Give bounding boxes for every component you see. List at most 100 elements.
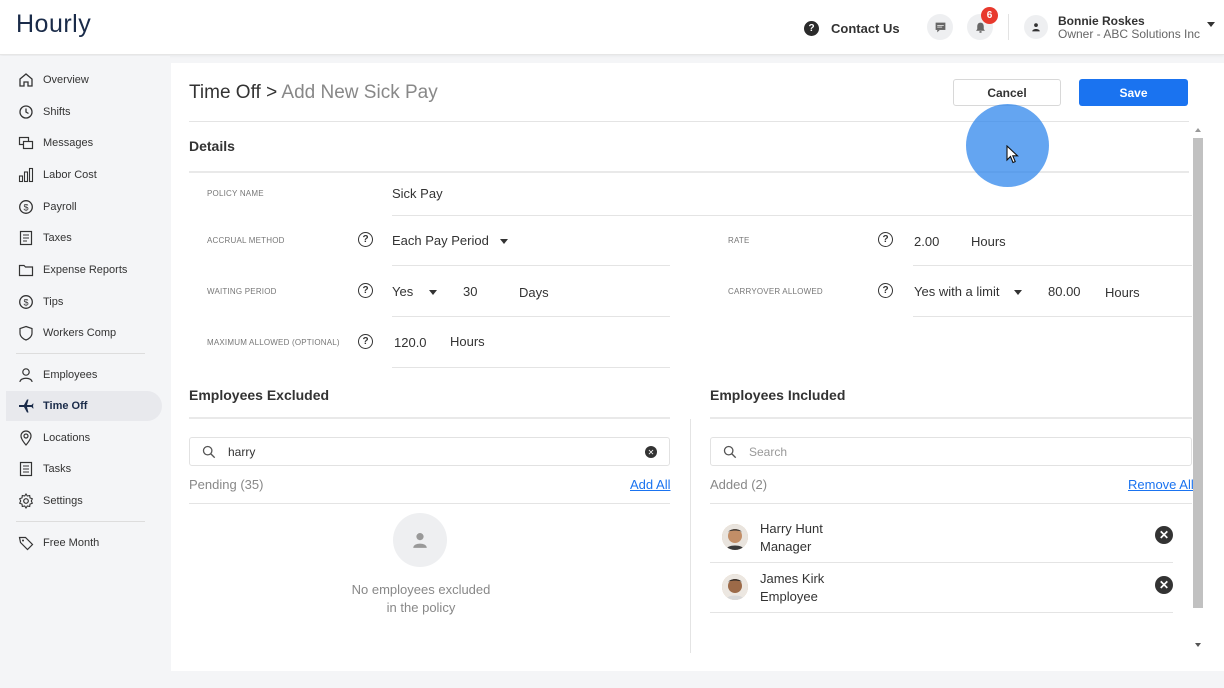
sidebar-item-label: Messages [43,137,94,149]
employee-photo-icon [722,574,748,600]
chevron-down-icon[interactable] [500,239,508,244]
sidebar-item-expense-reports[interactable]: Expense Reports [6,255,162,285]
max-allowed-input[interactable]: 120.0 [394,335,427,350]
rate-input[interactable]: 2.00 [914,234,939,249]
document-icon [19,230,33,246]
sidebar-item-taxes[interactable]: Taxes [6,223,162,253]
sidebar-item-tasks[interactable]: Tasks [6,454,162,484]
clock-icon [19,105,33,119]
field-underline [392,265,670,266]
user-avatar[interactable] [1024,15,1048,39]
policy-name-field[interactable]: Sick Pay [392,186,443,201]
clear-search-icon[interactable]: ✕ [645,446,657,458]
contact-us-button[interactable]: ? Contact Us [796,14,914,42]
sidebar-divider [16,521,145,522]
help-icon[interactable]: ? [358,232,373,247]
field-underline [392,316,670,317]
sidebar-item-label: Locations [43,432,91,444]
empty-state-line2: in the policy [386,600,456,615]
main-panel: Time Off > Add New Sick Pay Cancel Save … [171,63,1224,671]
carryover-label: CARRYOVER ALLOWED [728,287,823,296]
messages-button[interactable] [927,14,953,40]
avatar [722,524,748,550]
sidebar-item-shifts[interactable]: Shifts [6,97,162,127]
sidebar-item-time-off[interactable]: Time Off [6,391,162,421]
scroll-down-arrow[interactable] [1195,643,1201,647]
sidebar-item-overview[interactable]: Overview [6,65,162,95]
included-search[interactable] [710,437,1192,466]
sidebar-item-locations[interactable]: Locations [6,423,162,453]
folder-icon [18,264,34,277]
sidebar-item-free-month[interactable]: Free Month [6,528,162,558]
remove-all-link[interactable]: Remove All [1128,477,1194,492]
policy-name-label: POLICY NAME [207,189,264,198]
scrollbar-thumb[interactable] [1193,138,1203,608]
chevron-down-icon[interactable] [1014,290,1022,295]
gear-icon [18,493,34,509]
included-search-input[interactable] [749,443,1129,461]
location-pin-icon [20,430,32,446]
breadcrumb-separator: > [266,82,278,103]
max-allowed-label: MAXIMUM ALLOWED (OPTIONAL) [207,338,340,347]
sidebar-item-label: Tasks [43,463,72,475]
scroll-up-arrow[interactable] [1195,128,1201,132]
section-divider [710,417,1192,419]
save-button[interactable]: Save [1079,79,1188,106]
sidebar-item-tips[interactable]: $ Tips [6,287,162,317]
breadcrumb-root[interactable]: Time Off [189,82,261,103]
person-icon [19,368,33,383]
sidebar-item-label: Expense Reports [43,264,128,276]
sidebar-item-labor-cost[interactable]: Labor Cost [6,160,162,190]
field-underline [392,367,670,368]
details-title: Details [189,138,235,154]
waiting-period-unit: Days [519,285,549,300]
employee-name: Harry Hunt [760,521,823,536]
carryover-select[interactable]: Yes with a limit [914,284,1000,299]
sidebar-item-label: Settings [43,495,83,507]
add-all-link[interactable]: Add All [630,477,670,492]
person-icon [413,533,427,548]
svg-text:$: $ [23,298,28,308]
waiting-period-input[interactable]: 30 [463,284,477,299]
shield-icon [19,325,33,341]
sidebar-item-workers-comp[interactable]: Workers Comp [6,318,162,348]
carryover-unit: Hours [1105,285,1140,300]
sidebar-item-payroll[interactable]: $ Payroll [6,192,162,222]
tasks-icon [19,461,33,477]
chevron-down-icon[interactable] [1207,22,1215,27]
field-underline [392,215,1192,216]
cancel-button[interactable]: Cancel [953,79,1061,106]
help-icon[interactable]: ? [358,283,373,298]
svg-text:$: $ [23,203,28,213]
breadcrumb: Time Off > Add New Sick Pay [189,82,438,104]
remove-employee-button[interactable]: ✕ [1155,526,1173,544]
rate-unit: Hours [971,234,1006,249]
sidebar-item-label: Payroll [43,201,77,213]
dollar-circle-icon: $ [19,295,33,309]
help-icon[interactable]: ? [878,232,893,247]
employee-name: James Kirk [760,571,825,586]
user-role[interactable]: Owner - ABC Solutions Inc [1058,27,1200,41]
employees-excluded-title: Employees Excluded [189,387,330,403]
empty-state-line1: No employees excluded [351,582,491,597]
carryover-amount-input[interactable]: 80.00 [1048,284,1081,299]
excluded-search[interactable]: ✕ [189,437,670,466]
pending-count: Pending (35) [189,477,264,492]
tag-icon [18,536,34,551]
excluded-search-input[interactable] [228,443,608,461]
help-icon[interactable]: ? [358,334,373,349]
employee-role: Employee [760,589,818,604]
help-icon[interactable]: ? [878,283,893,298]
sidebar-item-label: Labor Cost [43,169,97,181]
field-underline [913,316,1192,317]
user-name[interactable]: Bonnie Roskes [1058,14,1145,28]
sidebar-item-label: Workers Comp [43,327,117,339]
sidebar-item-messages[interactable]: Messages [6,128,162,158]
waiting-period-select[interactable]: Yes [392,284,413,299]
app-logo[interactable]: Hourly [16,10,91,39]
sidebar-item-employees[interactable]: Employees [6,360,162,390]
accrual-method-select[interactable]: Each Pay Period [392,233,489,248]
remove-employee-button[interactable]: ✕ [1155,576,1173,594]
chevron-down-icon[interactable] [429,290,437,295]
sidebar-item-settings[interactable]: Settings [6,486,162,516]
